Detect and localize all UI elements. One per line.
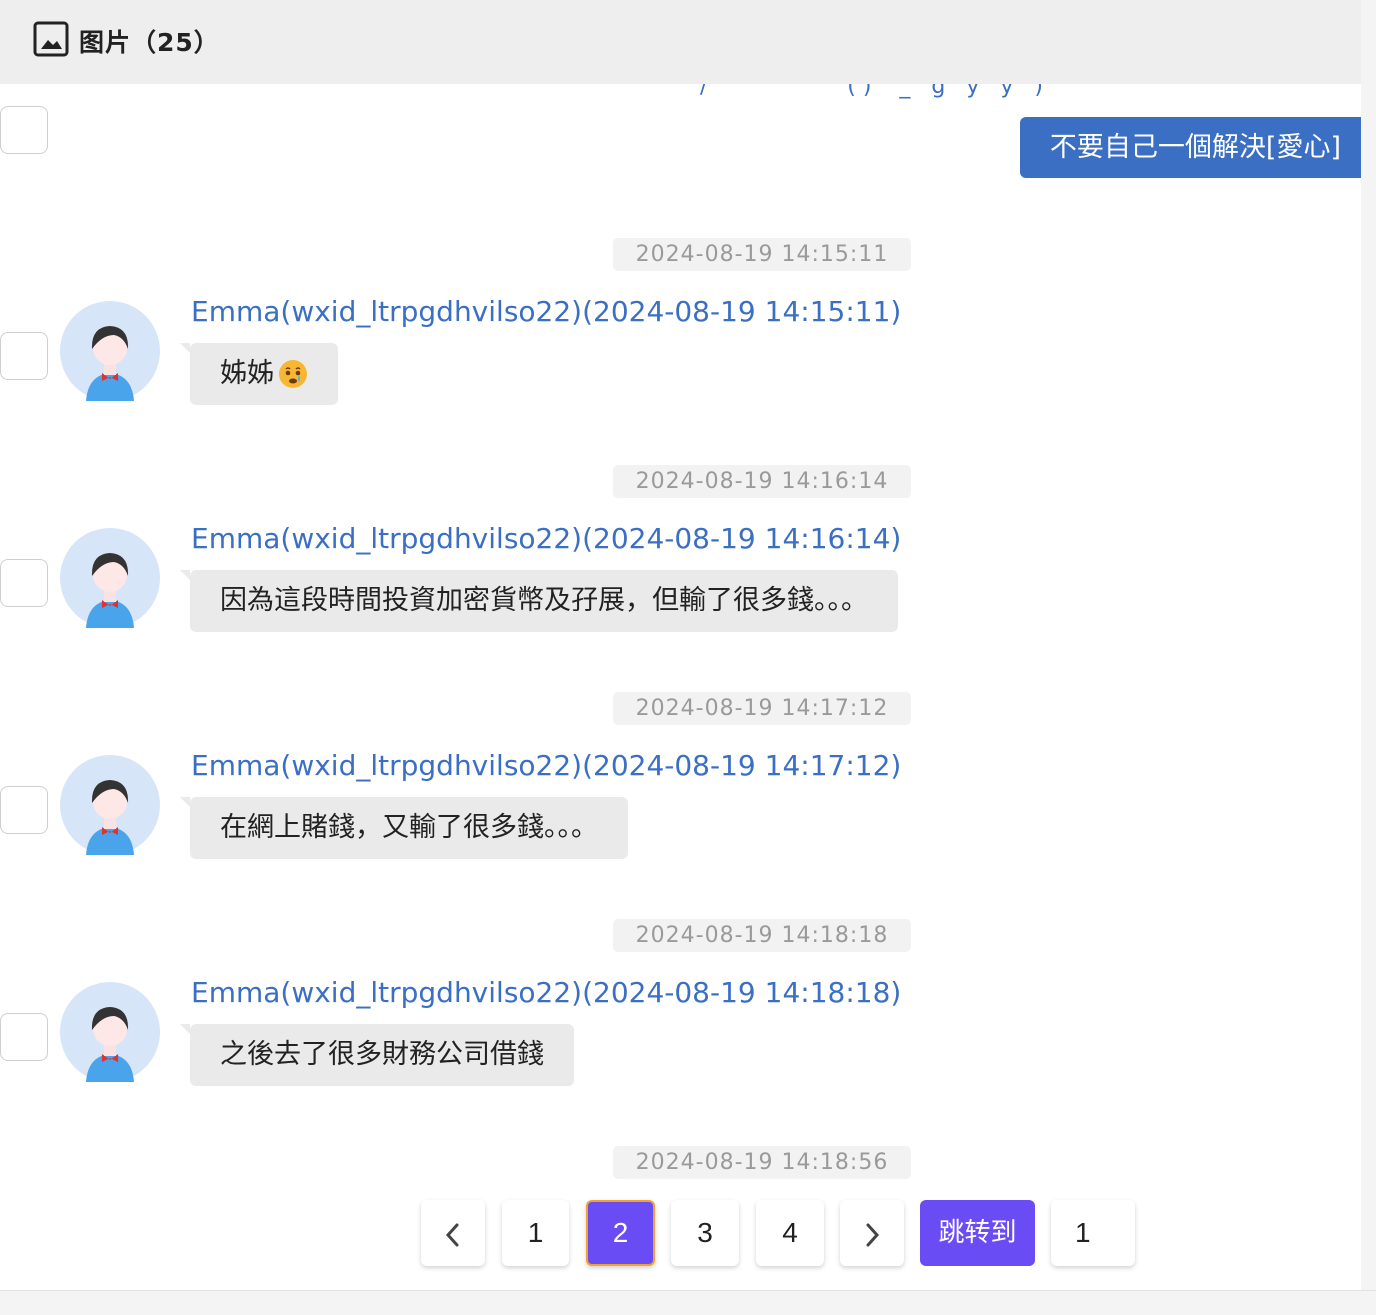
chat-area[interactable]: / ( ) _ g y y ) 不要自己一個解決[愛心] 2024-08-19 … [0,84,1361,1290]
scrollbar[interactable] [1361,84,1376,1290]
avatar [60,301,160,401]
image-icon [33,21,69,57]
message-bubble: 因為這段時間投資加密貨幣及孖展，但輸了很多錢。。。 [180,570,898,632]
prev-page-button[interactable] [421,1200,485,1266]
message-checkbox[interactable] [0,1013,48,1061]
message-checkbox[interactable] [0,559,48,607]
header-title: 图片（25） [79,28,220,57]
sender-name[interactable]: Emma(wxid_ltrpgdhvilso22)(2024-08-19 14:… [191,748,901,784]
sender-name[interactable]: Emma(wxid_ltrpgdhvilso22)(2024-08-19 14:… [191,521,901,557]
timestamp-pill: 2024-08-19 14:17:12 [613,692,911,725]
crying-face-emoji [279,360,307,388]
sender-name[interactable]: Emma(wxid_ltrpgdhvilso22)(2024-08-19 14:… [191,294,901,330]
avatar [60,755,160,855]
outgoing-bubble: 不要自己一個解決[愛心] [1019,117,1361,178]
partial-message-text: / ( ) _ g y y ) [700,84,1043,99]
page-button-4[interactable]: 4 [756,1200,824,1266]
message-bubble: 姊姊 [180,343,338,405]
message-text: 因為這段時間投資加密貨幣及孖展，但輸了很多錢。。。 [220,585,868,616]
message-bubble: 在網上賭錢，又輸了很多錢。。。 [180,797,628,859]
avatar [60,528,160,628]
message-text: 姊姊 [220,358,274,389]
message-checkbox[interactable] [0,786,48,834]
chevron-left-icon [445,1223,459,1247]
timestamp-pill: 2024-08-19 14:15:11 [613,238,911,271]
message-checkbox[interactable] [0,332,48,380]
chevron-right-icon [866,1223,880,1247]
sender-name[interactable]: Emma(wxid_ltrpgdhvilso22)(2024-08-19 14:… [191,975,901,1011]
message-checkbox[interactable] [0,106,48,154]
bottom-strip [0,1290,1376,1315]
jump-page-input[interactable]: 1 [1051,1200,1135,1266]
avatar [60,982,160,1082]
timestamp-pill: 2024-08-19 14:16:14 [613,465,911,498]
message-bubble: 之後去了很多財務公司借錢 [180,1024,574,1086]
page-button-1[interactable]: 1 [502,1200,569,1266]
message-text: 在網上賭錢，又輸了很多錢。。。 [220,812,598,843]
page-button-3[interactable]: 3 [671,1200,739,1266]
timestamp-pill: 2024-08-19 14:18:18 [613,919,911,952]
message-text: 之後去了很多財務公司借錢 [220,1039,544,1070]
timestamp-pill: 2024-08-19 14:18:56 [613,1146,911,1179]
jump-to-button[interactable]: 跳转到 [920,1200,1035,1266]
page-button-2-current[interactable]: 2 [586,1200,655,1266]
next-page-button[interactable] [840,1200,904,1266]
header-bar: 图片（25） [0,0,1361,84]
